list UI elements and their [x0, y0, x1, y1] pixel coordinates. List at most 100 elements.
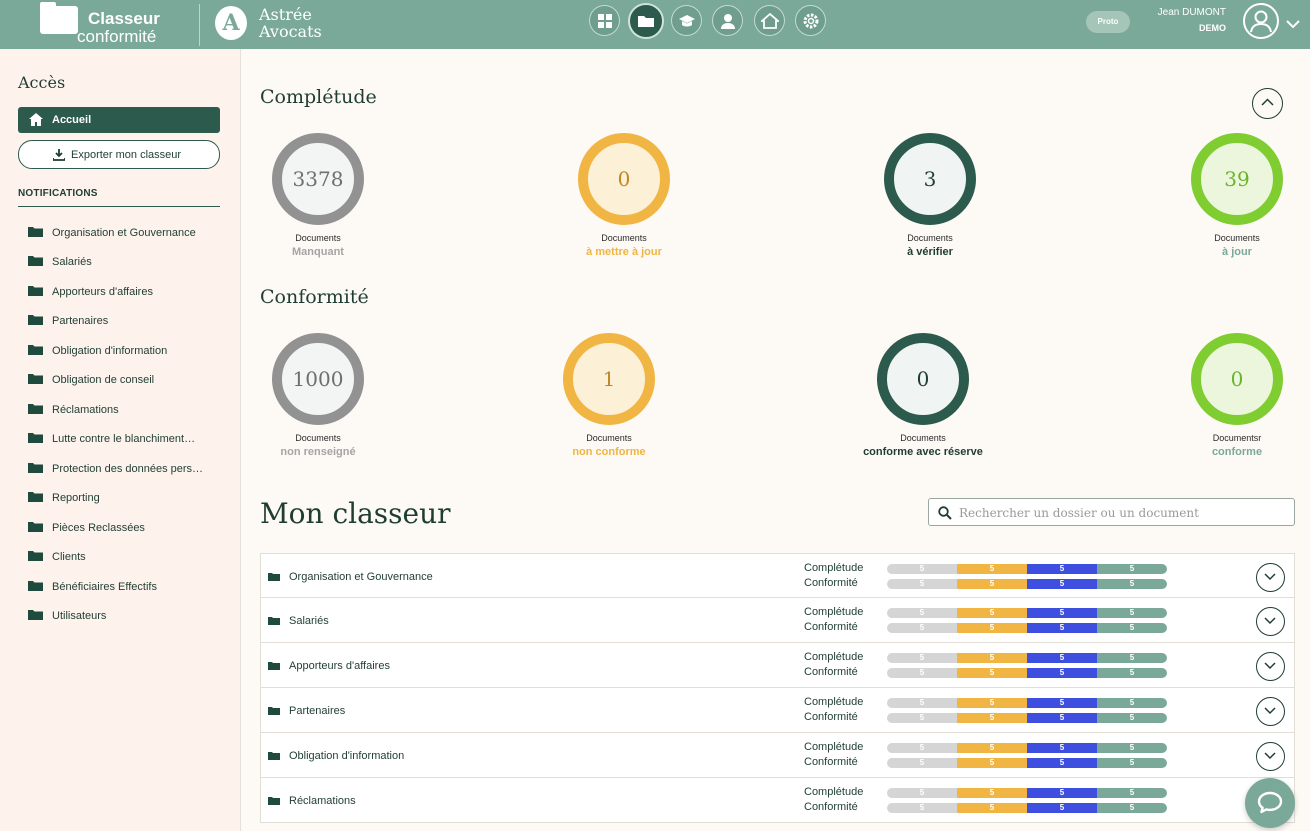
- stat-status: à jour: [1222, 246, 1252, 258]
- list-item[interactable]: Obligation d'information Complétude Conf…: [260, 733, 1295, 778]
- bar-segment: 5: [1097, 579, 1167, 589]
- bar-segment: 5: [887, 564, 957, 574]
- sidebar-item-obligation-information[interactable]: Obligation d'information: [28, 341, 218, 361]
- stat-label: Documents: [295, 233, 341, 243]
- user-icon[interactable]: [712, 5, 743, 36]
- avatar[interactable]: [1243, 3, 1279, 39]
- sidebar-item-label: Pièces Reclassées: [52, 522, 145, 534]
- expand-button[interactable]: [1256, 563, 1285, 592]
- bar-segment: 5: [887, 608, 957, 618]
- stat-value: 0: [916, 367, 930, 391]
- expand-button[interactable]: [1256, 742, 1285, 771]
- list-item[interactable]: Organisation et Gouvernance Complétude C…: [260, 553, 1295, 598]
- folder-icon: [28, 433, 43, 443]
- list-item[interactable]: Réclamations Complétude Conformité 5555 …: [260, 778, 1295, 823]
- completude-bar: 5555: [887, 788, 1167, 798]
- brand-logo[interactable]: Classeur conformité: [40, 2, 200, 47]
- bar-segment: 5: [887, 788, 957, 798]
- house-icon[interactable]: [754, 5, 785, 36]
- bar-segment: 5: [957, 653, 1027, 663]
- bar-segment: 5: [887, 579, 957, 589]
- sidebar-item-label: Lutte contre le blanchiment…: [52, 433, 196, 445]
- proto-badge: Proto: [1086, 11, 1130, 33]
- stat-status: Manquant: [292, 246, 344, 258]
- sidebar-item-obligation-conseil[interactable]: Obligation de conseil: [28, 370, 218, 390]
- top-bar: Classeur conformité A Astrée Avocats Pro…: [0, 0, 1310, 49]
- user-name: Jean DUMONT: [1157, 7, 1226, 18]
- completude-label: Complétude: [804, 651, 864, 663]
- bar-segment: 5: [1027, 803, 1097, 813]
- collapse-button[interactable]: [1252, 88, 1283, 119]
- sidebar-item-label: Clients: [52, 551, 86, 563]
- list-item[interactable]: Salariés Complétude Conformité 5555 5555: [260, 598, 1295, 643]
- folder-icon: [28, 522, 43, 532]
- sidebar-item-partenaires[interactable]: Partenaires: [28, 311, 218, 331]
- list-item[interactable]: Apporteurs d'affaires Complétude Conform…: [260, 643, 1295, 688]
- export-button[interactable]: Exporter mon classeur: [18, 140, 220, 169]
- firm-logo-icon: A: [215, 6, 247, 40]
- home-button[interactable]: Accueil: [18, 107, 220, 133]
- expand-button[interactable]: [1256, 607, 1285, 636]
- search-input[interactable]: [959, 503, 1289, 523]
- bar-segment: 5: [957, 608, 1027, 618]
- bar-segment: 5: [1027, 743, 1097, 753]
- sidebar-item-label: Réclamations: [52, 404, 119, 416]
- sidebar-item-beneficiaires[interactable]: Bénéficiaires Effectifs: [28, 577, 218, 597]
- conformite-label: Conformité: [804, 577, 858, 589]
- sidebar-item-utilisateurs[interactable]: Utilisateurs: [28, 606, 218, 626]
- dashboard-icon[interactable]: [589, 5, 620, 36]
- stat-value: 0: [617, 167, 631, 191]
- stat-label: Documents: [907, 233, 953, 243]
- bar-segment: 5: [957, 668, 1027, 678]
- folder-icon: [28, 463, 43, 473]
- bar-segment: 5: [957, 623, 1027, 633]
- sidebar-item-salaries[interactable]: Salariés: [28, 252, 218, 272]
- folder-icon[interactable]: [628, 3, 664, 39]
- folder-name: Organisation et Gouvernance: [289, 571, 433, 583]
- sidebar-item-apporteurs[interactable]: Apporteurs d'affaires: [28, 282, 218, 302]
- sidebar-item-pieces-reclassees[interactable]: Pièces Reclassées: [28, 518, 218, 538]
- chat-button[interactable]: [1245, 778, 1295, 828]
- chevron-down-icon[interactable]: [1286, 16, 1300, 34]
- bar-segment: 5: [957, 758, 1027, 768]
- sidebar-item-blanchiment[interactable]: Lutte contre le blanchiment…: [28, 429, 218, 449]
- stat-conforme: 0 Documentsr conforme: [1172, 333, 1302, 458]
- sidebar-item-organisation[interactable]: Organisation et Gouvernance: [28, 223, 218, 243]
- brand-divider: [199, 4, 200, 46]
- graduation-cap-icon[interactable]: [671, 5, 702, 36]
- sidebar-item-reclamations[interactable]: Réclamations: [28, 400, 218, 420]
- sidebar-item-protection-donnees[interactable]: Protection des données pers…: [28, 459, 218, 479]
- stat-status: non renseigné: [280, 446, 356, 458]
- folder-icon: [28, 374, 43, 384]
- stat-ring: 3: [884, 133, 976, 225]
- stat-status: non conforme: [572, 446, 646, 458]
- bar-segment: 5: [957, 564, 1027, 574]
- bar-segment: 5: [1027, 579, 1097, 589]
- bar-segment: 5: [957, 579, 1027, 589]
- completude-label: Complétude: [804, 696, 864, 708]
- completude-bar: 5555: [887, 743, 1167, 753]
- sidebar-item-label: Salariés: [52, 256, 92, 268]
- bar-segment: 5: [887, 743, 957, 753]
- folder-logo-icon: [40, 2, 78, 34]
- stat-label: Documents: [295, 433, 341, 443]
- stat-status: à mettre à jour: [586, 246, 662, 258]
- chevron-down-icon: [1264, 573, 1276, 581]
- folder-icon: [28, 315, 43, 325]
- stat-value: 3: [923, 167, 937, 191]
- brand-title-line2: conformité: [77, 27, 157, 46]
- user-info: Jean DUMONT DEMO: [1158, 7, 1226, 33]
- expand-button[interactable]: [1256, 697, 1285, 726]
- bar-segment: 5: [957, 698, 1027, 708]
- expand-button[interactable]: [1256, 652, 1285, 681]
- sidebar-item-clients[interactable]: Clients: [28, 547, 218, 567]
- stat-label: Documentsr: [1212, 433, 1262, 443]
- sidebar-item-reporting[interactable]: Reporting: [28, 488, 218, 508]
- stat-ring: 0: [1191, 333, 1283, 425]
- gear-icon[interactable]: [795, 5, 826, 36]
- folder-icon: [268, 752, 280, 760]
- completude-bar: 5555: [887, 698, 1167, 708]
- completude-bar: 5555: [887, 608, 1167, 618]
- conformite-title: Conformité: [260, 286, 369, 308]
- list-item[interactable]: Partenaires Complétude Conformité 5555 5…: [260, 688, 1295, 733]
